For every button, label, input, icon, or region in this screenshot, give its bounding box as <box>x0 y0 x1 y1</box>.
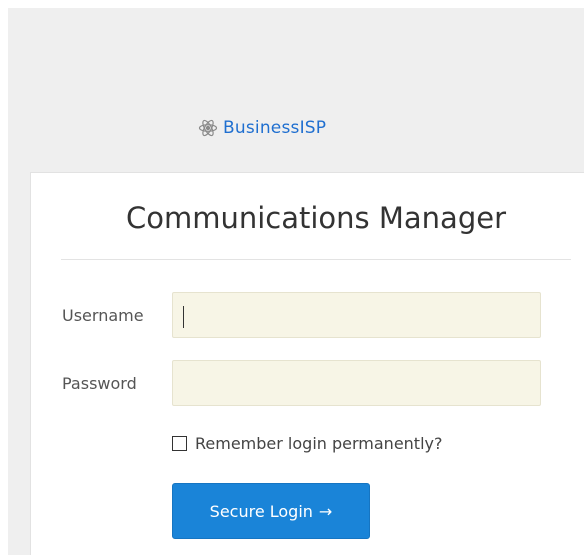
password-input[interactable] <box>172 360 541 406</box>
login-card: Communications Manager Username Password… <box>30 172 584 555</box>
page-title: Communications Manager <box>125 201 507 235</box>
title-divider <box>61 259 571 260</box>
text-caret <box>183 306 184 328</box>
brand-logo: BusinessISP <box>198 116 326 140</box>
password-label: Password <box>62 374 137 393</box>
brand-name: BusinessISP <box>223 118 327 138</box>
username-label: Username <box>62 306 144 325</box>
remember-checkbox[interactable] <box>172 436 187 451</box>
secure-login-label: Secure Login <box>209 501 313 521</box>
remember-login-option[interactable]: Remember login permanently? <box>172 434 442 453</box>
username-input[interactable] <box>172 292 541 338</box>
remember-label[interactable]: Remember login permanently? <box>195 434 442 453</box>
secure-login-button[interactable]: Secure Login → <box>172 483 370 539</box>
arrow-right-icon: → <box>318 501 333 521</box>
atom-logo-icon <box>198 119 218 137</box>
